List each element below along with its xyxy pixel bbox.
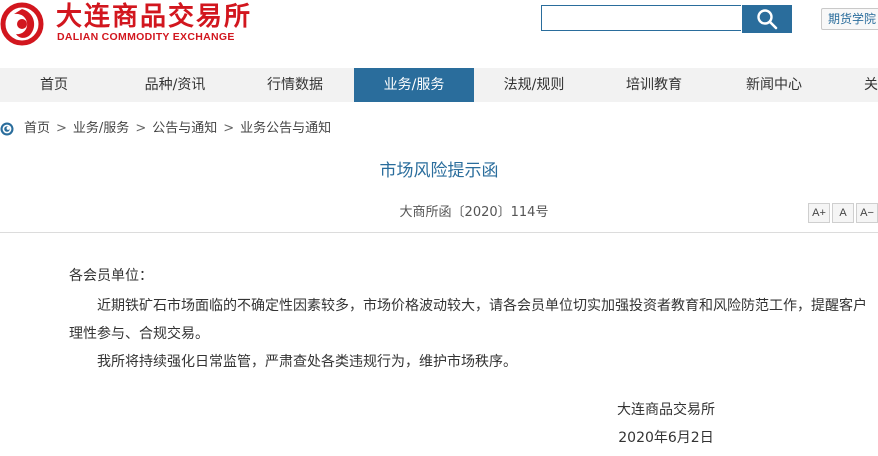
site-header: 大连商品交易所 DALIAN COMMODITY EXCHANGE 期货学院 <box>0 0 878 68</box>
nav-item-market-data[interactable]: 行情数据 <box>235 68 355 102</box>
divider <box>0 232 878 233</box>
search-input[interactable] <box>541 5 741 31</box>
paragraph-line: 近期铁矿石市场面临的不确定性因素较多，市场价格波动较大，请各会员单位切实加强投资… <box>97 298 867 314</box>
font-size-controls: A+ A A− <box>808 203 878 223</box>
breadcrumb-separator: > <box>135 121 147 136</box>
nav-item-business[interactable]: 业务/服务 <box>354 68 474 102</box>
signature-org: 大连商品交易所 <box>617 402 715 418</box>
breadcrumb: 首页 > 业务/服务 > 公告与通知 > 业务公告与通知 <box>0 120 331 138</box>
font-increase-button[interactable]: A+ <box>808 203 830 223</box>
nav-item-news[interactable]: 新闻中心 <box>714 68 834 102</box>
futures-academy-link[interactable]: 期货学院 <box>821 8 878 30</box>
breadcrumb-business[interactable]: 业务/服务 <box>73 120 129 138</box>
dce-logo-icon[interactable] <box>0 2 48 46</box>
nav-item-home[interactable]: 首页 <box>0 68 108 102</box>
search-button[interactable] <box>742 5 792 33</box>
nav-item-training[interactable]: 培训教育 <box>594 68 714 102</box>
paragraph: 我所将持续强化日常监管，严肃查处各类违规行为，维护市场秩序。 <box>97 354 517 370</box>
nav-item-products[interactable]: 品种/资讯 <box>115 68 235 102</box>
breadcrumb-home[interactable]: 首页 <box>24 120 50 138</box>
logo-text-cn: 大连商品交易所 <box>56 2 253 32</box>
salutation: 各会员单位： <box>69 268 153 284</box>
nav-item-regulations[interactable]: 法规/规则 <box>474 68 594 102</box>
breadcrumb-separator: > <box>223 121 235 136</box>
font-decrease-button[interactable]: A− <box>856 203 878 223</box>
breadcrumb-separator: > <box>56 121 67 136</box>
logo-text-en: DALIAN COMMODITY EXCHANGE <box>57 31 235 43</box>
nav-item-about[interactable]: 关 <box>864 68 878 102</box>
article-title: 市场风险提示函 <box>379 161 499 181</box>
paragraph-line: 理性参与、合规交易。 <box>69 326 209 342</box>
breadcrumb-announcements[interactable]: 公告与通知 <box>152 120 217 138</box>
breadcrumb-business-announcements[interactable]: 业务公告与通知 <box>240 120 331 138</box>
signature-date: 2020年6月2日 <box>618 430 714 446</box>
main-nav: 首页 品种/资讯 行情数据 业务/服务 法规/规则 培训教育 新闻中心 关 <box>0 68 878 102</box>
search-icon <box>757 9 778 30</box>
home-circle-icon <box>0 122 14 136</box>
document-number: 大商所函〔2020〕114号 <box>399 205 549 220</box>
font-reset-button[interactable]: A <box>832 203 854 223</box>
